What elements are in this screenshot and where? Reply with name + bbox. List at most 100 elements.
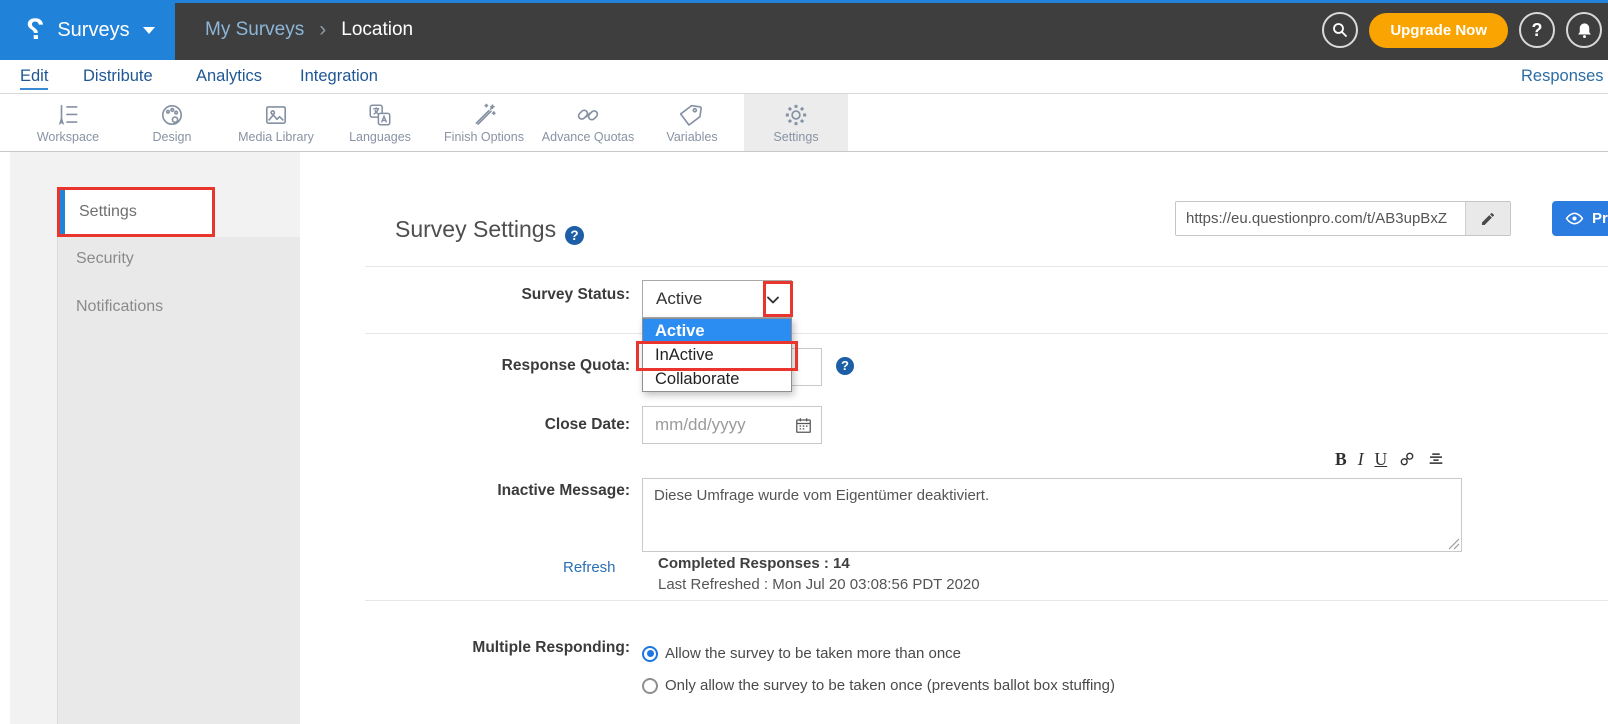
completed-responses-count: Completed Responses : 14 <box>658 555 980 572</box>
toolbar-item-advance-quotas[interactable]: Advance Quotas <box>536 94 640 151</box>
toolbar-item-languages[interactable]: Languages <box>328 94 432 151</box>
edit-toolbar: Workspace Design Media Library Languages… <box>0 94 1608 152</box>
toolbar-item-finish-options[interactable]: Finish Options <box>432 94 536 151</box>
survey-settings-panel: Survey Settings ? Survey Status: Active … <box>300 152 1608 724</box>
variables-tag-icon <box>679 102 705 128</box>
dropdown-option-inactive[interactable]: InActive <box>643 343 791 367</box>
top-accent-bar <box>0 0 1608 3</box>
inactive-message-label: Inactive Message: <box>300 482 630 500</box>
survey-url-input[interactable] <box>1176 202 1465 235</box>
survey-status-dropdown: Active InActive Collaborate <box>642 318 792 392</box>
refresh-link[interactable]: Refresh <box>563 559 616 576</box>
response-quota-label: Response Quota: <box>300 357 630 375</box>
toolbar-item-workspace[interactable]: Workspace <box>16 94 120 151</box>
breadcrumb-current-survey: Location <box>341 19 413 41</box>
underline-button[interactable]: U <box>1375 449 1388 469</box>
radio-option-label: Allow the survey to be taken more than o… <box>665 645 961 662</box>
finish-options-wand-icon <box>471 102 497 128</box>
inactive-message-textarea[interactable]: Diese Umfrage wurde vom Eigentümer deakt… <box>642 478 1462 552</box>
settings-gear-icon <box>783 102 809 128</box>
languages-icon <box>367 102 393 128</box>
sidebar-item-label: Settings <box>79 203 137 221</box>
radio-option-label: Only allow the survey to be taken once (… <box>665 677 1115 694</box>
questionpro-logo-icon: ? <box>26 13 44 47</box>
divider <box>365 333 1608 334</box>
eye-icon <box>1565 209 1584 228</box>
radio-option-single-only[interactable]: Only allow the survey to be taken once (… <box>642 677 1115 694</box>
tab-responses[interactable]: Responses <box>1521 67 1604 86</box>
notifications-button[interactable] <box>1566 12 1602 48</box>
help-icon[interactable]: ? <box>565 226 584 245</box>
toolbar-item-design[interactable]: Design <box>120 94 224 151</box>
radio-option-multiple-allowed[interactable]: Allow the survey to be taken more than o… <box>642 645 961 662</box>
tab-analytics[interactable]: Analytics <box>196 67 262 86</box>
italic-button[interactable]: I <box>1358 449 1364 469</box>
toolbar-label: Design <box>120 130 224 144</box>
media-library-icon <box>263 102 289 128</box>
toolbar-label: Settings <box>744 130 848 144</box>
bell-icon <box>1575 21 1594 40</box>
search-icon <box>1331 21 1349 39</box>
sidebar-item-settings[interactable]: Settings <box>57 187 215 237</box>
close-date-label: Close Date: <box>300 416 630 434</box>
toolbar-label: Variables <box>640 130 744 144</box>
close-date-input[interactable] <box>643 407 773 443</box>
sidebar-item-security[interactable]: Security <box>76 250 134 268</box>
chevron-right-icon: › <box>319 18 326 42</box>
dropdown-option-active[interactable]: Active <box>643 319 791 343</box>
search-button[interactable] <box>1322 12 1358 48</box>
help-button[interactable]: ? <box>1519 12 1555 48</box>
toolbar-item-settings[interactable]: Settings <box>744 94 848 151</box>
content-area: Security Notifications Settings Survey S… <box>0 152 1608 724</box>
chevron-down-icon <box>763 290 783 310</box>
divider <box>365 600 1608 601</box>
preview-button[interactable]: Preview <box>1552 201 1608 236</box>
align-center-icon[interactable] <box>1427 450 1445 468</box>
selected-status-value: Active <box>656 281 702 317</box>
tab-edit[interactable]: Edit <box>20 67 48 90</box>
tab-distribute[interactable]: Distribute <box>83 67 153 86</box>
last-refreshed-timestamp: Last Refreshed : Mon Jul 20 03:08:56 PDT… <box>658 576 980 593</box>
survey-nav: Edit Distribute Analytics Integration Re… <box>0 60 1608 94</box>
topbar-actions: Upgrade Now ? <box>1322 0 1602 60</box>
survey-status-select[interactable]: Active <box>642 280 792 318</box>
radio-selected-icon[interactable] <box>642 646 658 662</box>
product-switcher[interactable]: ? Surveys <box>0 0 175 60</box>
toolbar-label: Workspace <box>16 130 120 144</box>
page-title: Survey Settings <box>395 216 556 243</box>
survey-url-box <box>1175 201 1511 236</box>
advance-quotas-chain-icon <box>575 102 601 128</box>
pencil-icon <box>1480 211 1496 227</box>
toolbar-item-variables[interactable]: Variables <box>640 94 744 151</box>
toolbar-label: Languages <box>328 130 432 144</box>
responses-info: Completed Responses : 14 Last Refreshed … <box>658 555 980 593</box>
sidebar-item-notifications[interactable]: Notifications <box>76 298 163 316</box>
help-icon[interactable]: ? <box>836 357 854 375</box>
survey-status-label: Survey Status: <box>300 286 630 304</box>
edit-url-button[interactable] <box>1465 202 1510 235</box>
toolbar-label: Media Library <box>224 130 328 144</box>
dropdown-option-collaborate[interactable]: Collaborate <box>643 367 791 391</box>
radio-unselected-icon[interactable] <box>642 678 658 694</box>
breadcrumb-my-surveys[interactable]: My Surveys <box>205 19 304 41</box>
divider <box>365 266 1608 267</box>
workspace-icon <box>55 102 81 128</box>
active-item-indicator <box>60 190 65 234</box>
text-editor-toolbar: B I U <box>1335 449 1445 469</box>
close-date-field <box>642 406 822 444</box>
product-name: Surveys <box>57 19 129 42</box>
breadcrumb: My Surveys › Location <box>205 0 413 60</box>
bold-button[interactable]: B <box>1335 449 1347 469</box>
tab-integration[interactable]: Integration <box>300 67 378 86</box>
topbar: ? Surveys My Surveys › Location Upgrade … <box>0 0 1608 60</box>
toolbar-item-media-library[interactable]: Media Library <box>224 94 328 151</box>
settings-sidebar: Security Notifications <box>57 237 300 724</box>
questionpro-app: ? Surveys My Surveys › Location Upgrade … <box>0 0 1608 724</box>
question-mark-icon: ? <box>1532 20 1543 41</box>
upgrade-now-button[interactable]: Upgrade Now <box>1369 13 1508 48</box>
calendar-icon[interactable] <box>794 416 813 435</box>
multiple-responding-label: Multiple Responding: <box>300 639 630 657</box>
toolbar-label: Advance Quotas <box>536 130 640 144</box>
toolbar-label: Finish Options <box>432 130 536 144</box>
link-icon[interactable] <box>1398 450 1416 468</box>
